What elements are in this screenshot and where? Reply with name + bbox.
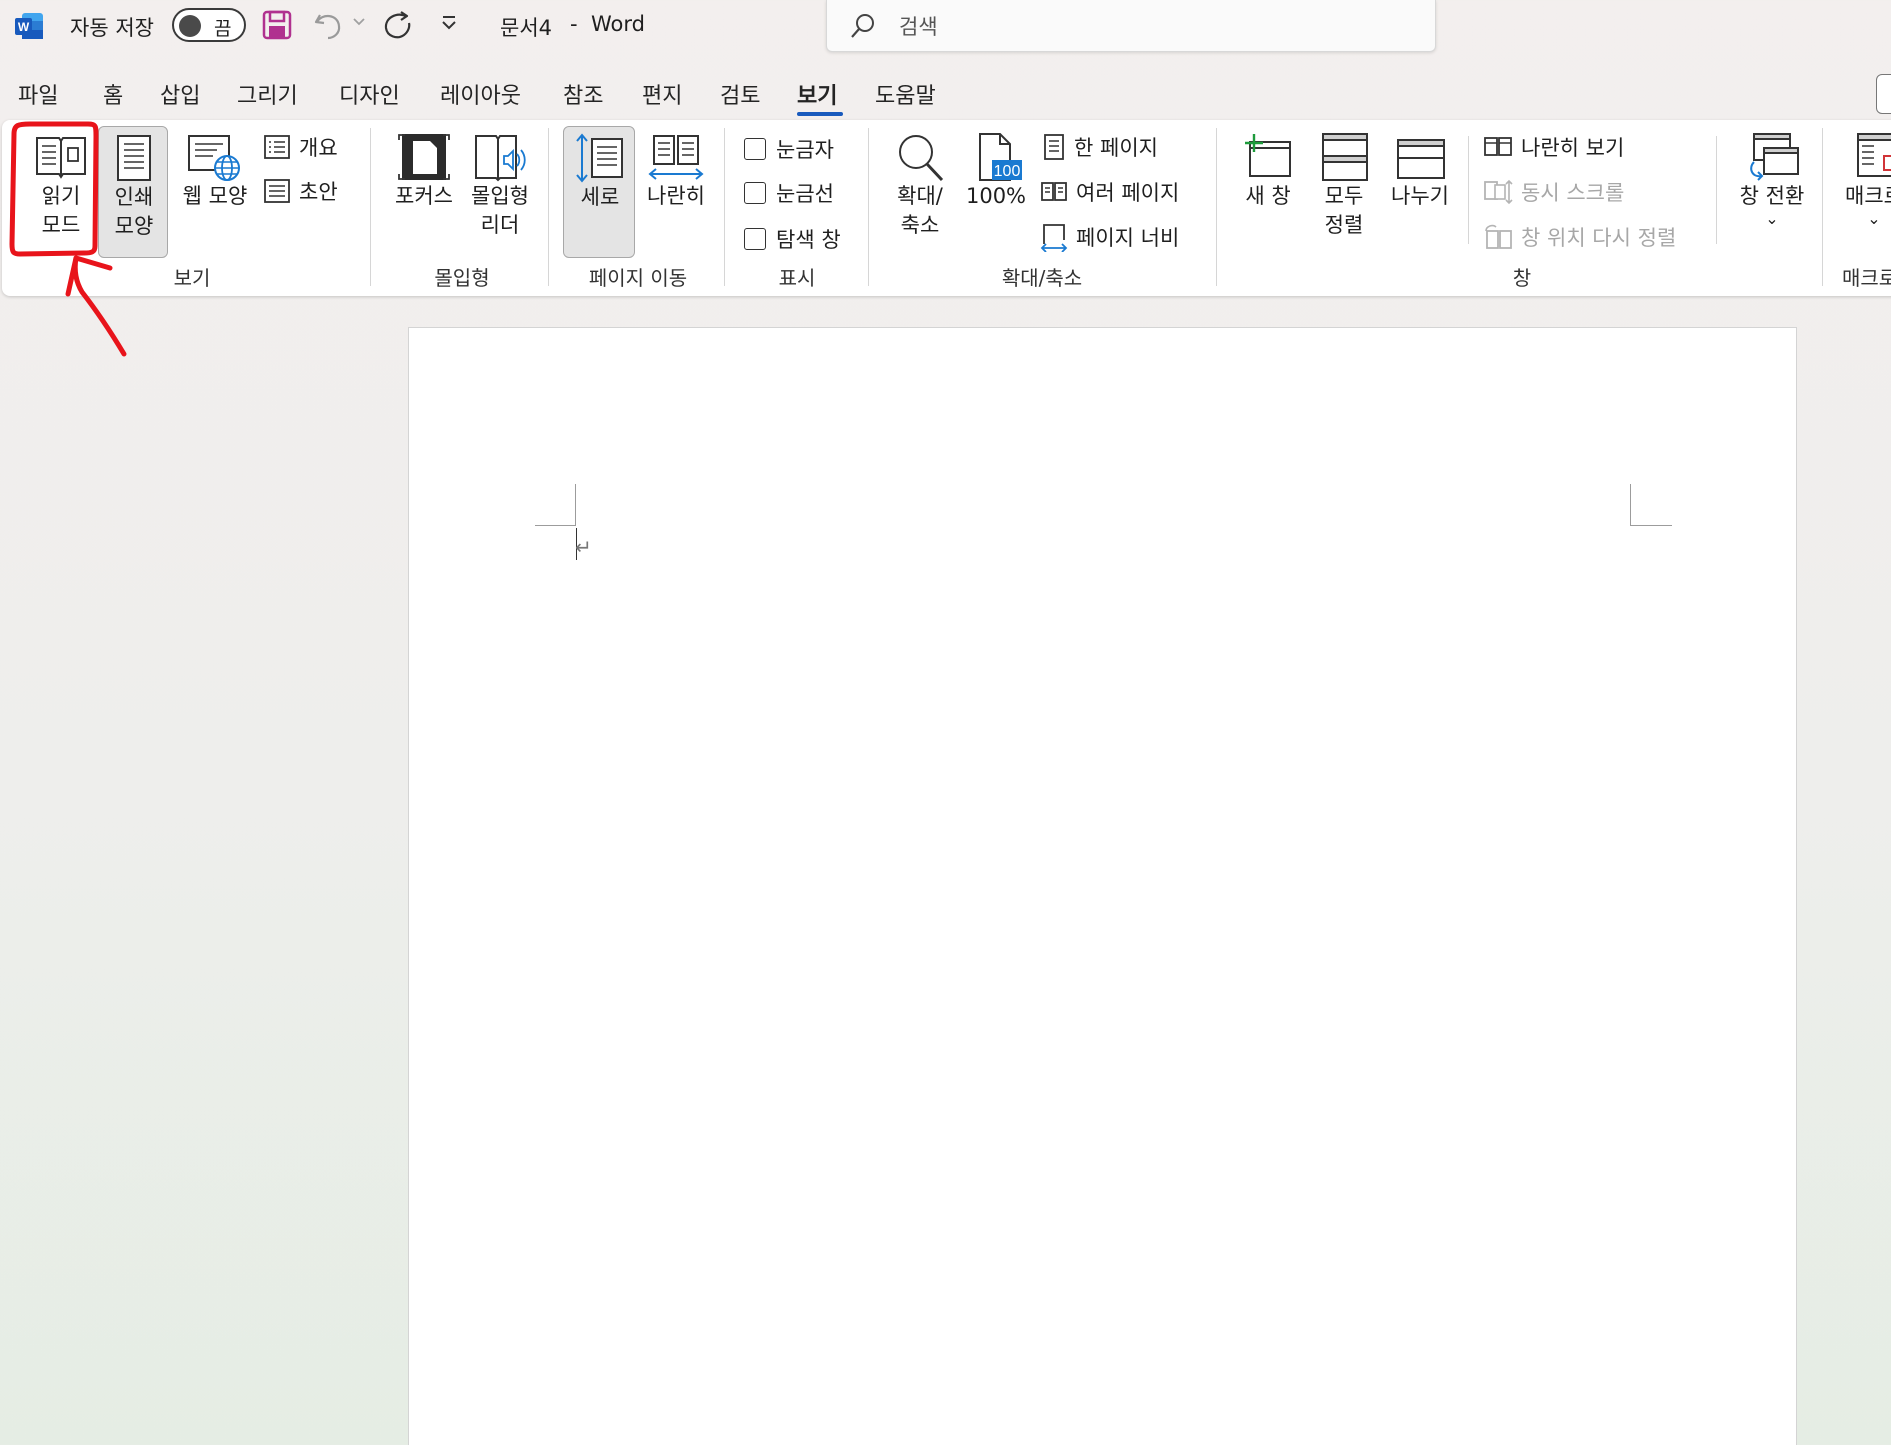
annotation-overlay — [9, 121, 127, 357]
annotation-arrow-shaft — [72, 255, 127, 357]
annotation-arrow-head — [65, 255, 113, 297]
highlight-box — [9, 121, 99, 257]
